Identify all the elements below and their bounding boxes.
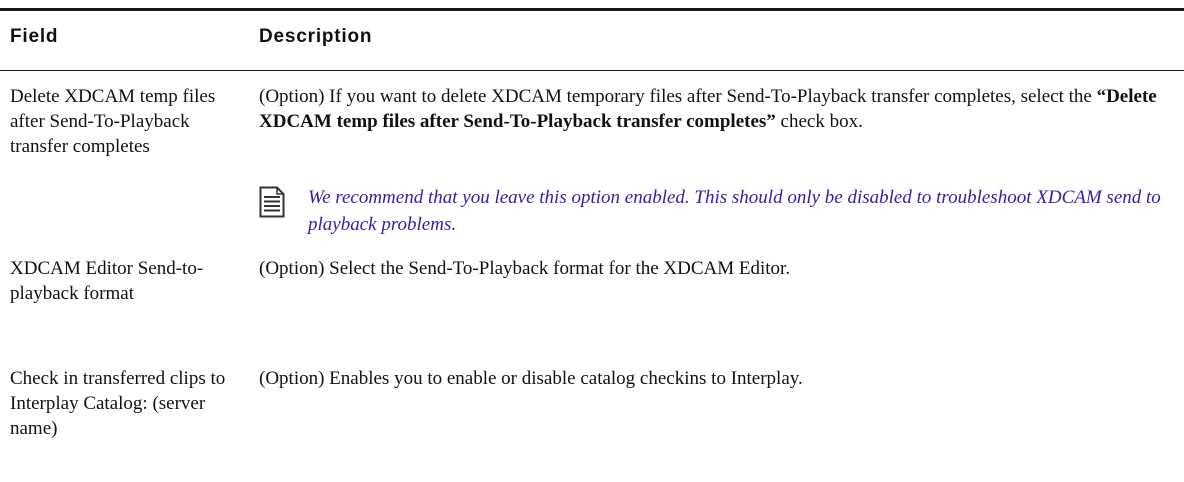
table-row-3-field: Check in transferred clips to Interplay … [10,368,226,439]
note-icon [259,186,285,218]
table-row-3-description: (Option) Enables you to enable or disabl… [259,368,803,389]
table-row-1-field: Delete XDCAM temp files after Send-To-Pl… [10,86,216,157]
table-row-2-description: (Option) Select the Send-To-Playback for… [259,258,791,279]
table-top-rule [0,8,1184,11]
description-text-suffix: check box. [775,111,863,132]
note-text: We recommend that you leave this option … [308,187,1161,235]
description-text: (Option) If you want to delete XDCAM tem… [259,86,1097,107]
note-callout: We recommend that you leave this option … [259,184,1169,244]
table-row-2-field: XDCAM Editor Send-to-playback format [10,258,204,304]
table-row-1-description: (Option) If you want to delete XDCAM tem… [259,84,1169,134]
column-header-field: Field [10,26,59,47]
column-header-description: Description [259,26,373,47]
header-rule [0,70,1184,71]
